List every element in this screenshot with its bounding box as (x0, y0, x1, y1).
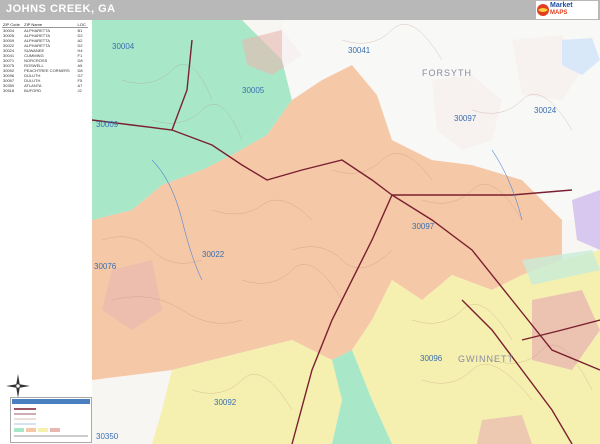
zip-label: 30024 (534, 106, 557, 115)
zip-loc-cell: J2 (77, 88, 82, 93)
map-canvas[interactable] (92, 20, 600, 444)
map-legend (10, 397, 92, 443)
map-title: JOHNS CREEK, GA (6, 3, 116, 15)
zip-code-index: ZIP Code ZIP Name LOC 30004 ALPHARETTA B1 3… (2, 22, 88, 93)
zip-label: 30097 (412, 222, 435, 231)
zip-label: 30005 (242, 86, 265, 95)
zip-label: 30076 (94, 262, 117, 271)
county-label: GWINNETT (458, 354, 514, 364)
zip-code-cell: 30518 (3, 88, 15, 93)
logo-line2: MAPS (550, 10, 568, 16)
zip-label: 30350 (96, 432, 119, 441)
title-bar: JOHNS CREEK, GA (0, 0, 600, 20)
zip-label: 30092 (214, 398, 237, 407)
logo-line1: Market (550, 2, 573, 9)
zip-label: 30041 (348, 46, 371, 55)
zip-label: 30096 (420, 354, 443, 363)
compass-rose-icon (6, 374, 30, 398)
zip-name-cell: BUFORD (24, 88, 42, 93)
zip-label: 30022 (202, 250, 225, 259)
zip-label: 30097 (454, 114, 477, 123)
zip-table-row: 30518 BUFORD J2 (2, 88, 88, 93)
zip-label: 30009 (96, 120, 119, 129)
map-poster: JOHNS CREEK, GA Market MAPS ZIP Code ZIP… (0, 0, 600, 444)
zip-header-code: ZIP Code (2, 22, 24, 28)
globe-icon (537, 4, 549, 16)
county-label: FORSYTH (422, 68, 473, 78)
zip-label: 30004 (112, 42, 135, 51)
market-maps-logo: Market MAPS (536, 1, 598, 19)
map-area[interactable]: 30004 30041 30005 30009 30097 30024 3009… (92, 20, 600, 444)
legend-symbols (12, 399, 90, 437)
